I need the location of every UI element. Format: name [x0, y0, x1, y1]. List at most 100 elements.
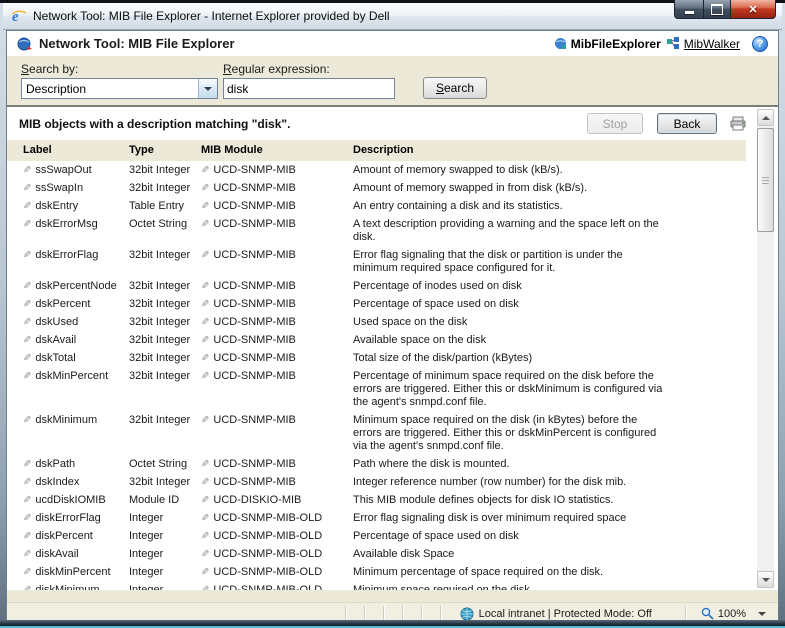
scroll-down-button[interactable] — [757, 571, 774, 588]
statusbar-separator — [364, 606, 366, 621]
table-row[interactable]: ✎dskMinPercent 32bit Integer ✎UCD-SNMP-M… — [7, 367, 746, 411]
cell-label-text: dskTotal — [35, 352, 75, 364]
close-icon: ✕ — [748, 3, 757, 16]
nav-mibwalker[interactable]: MibWalker — [667, 37, 740, 51]
pencil-icon: ✎ — [201, 298, 209, 311]
cell-description-wrap: Percentage of space used on disk — [349, 295, 746, 313]
statusbar-separator — [421, 606, 423, 621]
chevron-down-icon — [204, 87, 212, 91]
column-header-module: MIB Module — [197, 140, 349, 161]
pencil-icon: ✎ — [23, 316, 31, 329]
search-button-label: Search — [430, 81, 480, 95]
cell-description-wrap: An entry containing a disk and its stati… — [349, 197, 746, 215]
table-row[interactable]: ✎dskAvail 32bit Integer ✎UCD-SNMP-MIB Av… — [7, 331, 746, 349]
table-row[interactable]: ✎diskErrorFlag Integer ✎UCD-SNMP-MIB-OLD… — [7, 509, 746, 527]
cell-description: Used space on the disk — [353, 316, 665, 329]
table-row[interactable]: ✎dskTotal 32bit Integer ✎UCD-SNMP-MIB To… — [7, 349, 746, 367]
table-row[interactable]: ✎ssSwapIn 32bit Integer ✎UCD-SNMP-MIB Am… — [7, 179, 746, 197]
cell-label: ✎diskMinPercent — [7, 563, 125, 581]
page-title: Network Tool: MIB File Explorer — [39, 36, 235, 51]
results-area: MIB objects with a description matching … — [7, 107, 778, 590]
cell-module-text: UCD-SNMP-MIB — [213, 249, 296, 261]
results-heading: MIB objects with a description matching … — [19, 117, 290, 131]
table-row[interactable]: ✎dskPath Octet String ✎UCD-SNMP-MIB Path… — [7, 455, 746, 473]
scrollbar-thumb[interactable] — [757, 128, 774, 232]
table-row[interactable]: ✎dskUsed 32bit Integer ✎UCD-SNMP-MIB Use… — [7, 313, 746, 331]
pencil-icon: ✎ — [201, 182, 209, 195]
cell-type: Integer — [125, 581, 197, 590]
table-row[interactable]: ✎dskIndex 32bit Integer ✎UCD-SNMP-MIB In… — [7, 473, 746, 491]
help-icon[interactable]: ? — [752, 36, 768, 52]
pencil-icon: ✎ — [201, 200, 209, 213]
cell-description: Available space on the disk — [353, 334, 665, 347]
print-icon[interactable] — [730, 116, 746, 131]
cell-module-text: UCD-SNMP-MIB — [213, 414, 296, 426]
table-row[interactable]: ✎dskErrorMsg Octet String ✎UCD-SNMP-MIB … — [7, 215, 746, 246]
regex-input[interactable] — [223, 78, 395, 99]
cell-label: ✎ssSwapIn — [7, 179, 125, 197]
cell-label: ✎dskMinPercent — [7, 367, 125, 411]
pencil-icon: ✎ — [23, 476, 31, 489]
combo-dropdown-button[interactable] — [198, 79, 217, 98]
cell-label: ✎ dskUsed — [7, 313, 125, 331]
pencil-icon: ✎ — [23, 530, 31, 543]
zoom-control[interactable]: 100% — [697, 607, 778, 620]
cell-module: ✎UCD-SNMP-MIB-OLD — [197, 509, 349, 527]
search-by-selected-value: Description — [22, 82, 198, 96]
cell-description: Percentage of inodes used on disk — [353, 280, 665, 293]
scroll-up-button[interactable] — [757, 109, 774, 126]
table-row[interactable]: ✎dskPercent 32bit Integer ✎UCD-SNMP-MIB … — [7, 295, 746, 313]
cell-description: Integer reference number (row number) fo… — [353, 476, 665, 489]
pencil-icon: ✎ — [201, 530, 209, 543]
cell-type: 32bit Integer — [125, 331, 197, 349]
table-row[interactable]: ✎diskPercent Integer ✎UCD-SNMP-MIB-OLD P… — [7, 527, 746, 545]
cell-module-text: UCD-SNMP-MIB — [213, 334, 296, 346]
column-header-label: Label — [7, 140, 125, 161]
maximize-icon — [711, 4, 723, 15]
cell-module: ✎UCD-SNMP-MIB — [197, 179, 349, 197]
back-button[interactable]: Back — [657, 113, 717, 134]
cell-description: Total size of the disk/partion (kBytes) — [353, 352, 665, 365]
cell-label-text: dskUsed — [35, 316, 78, 328]
cell-module: ✎UCD-SNMP-MIB — [197, 455, 349, 473]
search-button[interactable]: Search — [423, 77, 487, 99]
cell-module: ✎UCD-SNMP-MIB-OLD — [197, 527, 349, 545]
cell-module: ✎UCD-SNMP-MIB-OLD — [197, 545, 349, 563]
table-row[interactable]: ✎diskMinimum Integer ✎UCD-SNMP-MIB-OLD M… — [7, 581, 746, 590]
minimize-button[interactable] — [674, 0, 703, 19]
window-frame-bottom — [0, 620, 785, 628]
cell-module: ✎UCD-SNMP-MIB — [197, 246, 349, 277]
cell-description-wrap: Amount of memory swapped in from disk (k… — [349, 179, 746, 197]
app-globe-icon — [17, 36, 33, 52]
close-button[interactable]: ✕ — [731, 0, 776, 19]
cell-label: ✎diskPercent — [7, 527, 125, 545]
cell-label: ✎dskPath — [7, 455, 125, 473]
pencil-icon: ✎ — [201, 352, 209, 365]
results-table: Label Type MIB Module Description ✎ssSwa… — [7, 140, 746, 590]
nav-mibfileexplorer[interactable]: MibFileExplorer — [554, 37, 661, 51]
cell-description-wrap: Error flag signaling disk is over minimu… — [349, 509, 746, 527]
search-by-select[interactable]: Description — [21, 78, 218, 99]
pencil-icon: ✎ — [201, 476, 209, 489]
cell-module-text: UCD-SNMP-MIB — [213, 458, 296, 470]
cell-description: Percentage of minimum space required on … — [353, 370, 665, 409]
table-row[interactable]: ✎diskMinPercent Integer ✎UCD-SNMP-MIB-OL… — [7, 563, 746, 581]
table-row[interactable]: ✎diskAvail Integer ✎UCD-SNMP-MIB-OLD Ava… — [7, 545, 746, 563]
table-row[interactable]: ✎dskErrorFlag 32bit Integer ✎UCD-SNMP-MI… — [7, 246, 746, 277]
table-row[interactable]: ✎ucdDiskIOMIB Module ID ✎UCD-DISKIO-MIB … — [7, 491, 746, 509]
title-bar[interactable]: e Network Tool: MIB File Explorer - Inte… — [3, 3, 782, 30]
table-row[interactable]: ✎dskEntry Table Entry ✎UCD-SNMP-MIB An e… — [7, 197, 746, 215]
table-row[interactable]: ✎dskMinimum 32bit Integer ✎UCD-SNMP-MIB … — [7, 411, 746, 455]
maximize-button[interactable] — [703, 0, 731, 19]
cell-label-text: dskIndex — [35, 476, 79, 488]
cell-label: ✎diskAvail — [7, 545, 125, 563]
stop-button[interactable]: Stop — [587, 113, 643, 134]
cell-type: Module ID — [125, 491, 197, 509]
cell-label: ✎ssSwapOut — [7, 161, 125, 179]
table-row[interactable]: ✎dskPercentNode 32bit Integer ✎UCD-SNMP-… — [7, 277, 746, 295]
table-row[interactable]: ✎ssSwapOut 32bit Integer ✎UCD-SNMP-MIB A… — [7, 161, 746, 179]
vertical-scrollbar[interactable] — [757, 109, 774, 588]
cell-description: Amount of memory swapped in from disk (k… — [353, 182, 665, 195]
cell-module: ✎UCD-SNMP-MIB — [197, 349, 349, 367]
zoom-dropdown-icon — [758, 612, 766, 616]
